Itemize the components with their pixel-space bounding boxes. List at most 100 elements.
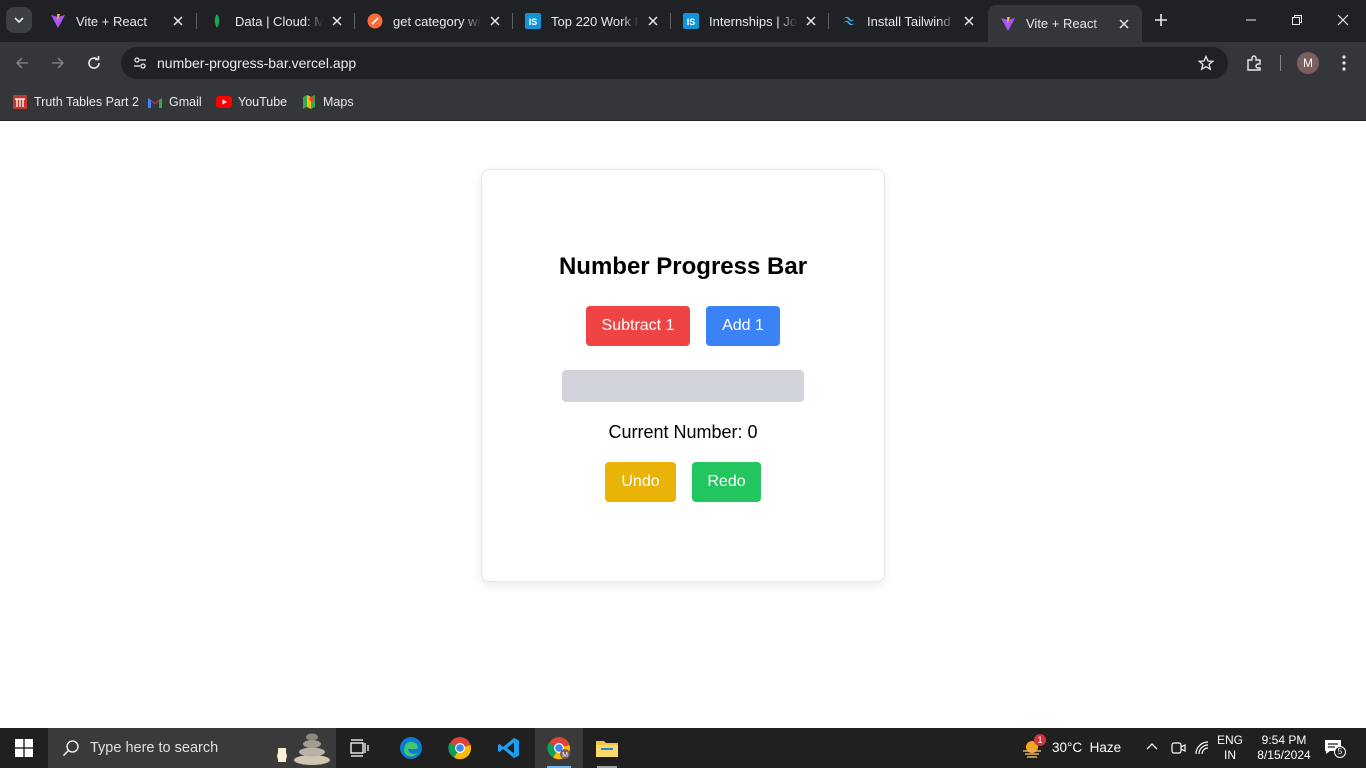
region-code: IN [1224, 748, 1236, 762]
chrome-profile-app[interactable]: M [535, 728, 583, 768]
search-icon [62, 740, 79, 757]
bookmark-label: Gmail [169, 95, 202, 109]
current-number-label: Current Number: 0 [608, 422, 758, 442]
start-button[interactable] [0, 728, 48, 768]
bookmark-item[interactable]: Maps [301, 92, 354, 112]
youtube-icon [216, 94, 232, 110]
tab-title: Top 220 Work From Home [551, 13, 639, 29]
tab-title: Internships | Jobs [709, 13, 797, 29]
site-settings-icon[interactable] [129, 52, 151, 74]
chrome-icon [448, 737, 472, 760]
notifications-icon[interactable]: 5 [1324, 739, 1346, 759]
back-button[interactable] [8, 49, 36, 77]
browser-tab-active[interactable]: Vite + React [988, 5, 1142, 42]
progress-card: Number Progress Bar Subtract 1 Add 1 Cur… [481, 169, 885, 582]
profile-avatar[interactable]: M [1297, 52, 1319, 74]
page-viewport: Number Progress Bar Subtract 1 Add 1 Cur… [0, 121, 1366, 728]
subtract-button[interactable]: Subtract 1 [586, 306, 690, 346]
edge-app[interactable] [387, 728, 435, 768]
tab-title: Data | Cloud: MongoDB Cloud [235, 13, 323, 29]
add-button[interactable]: Add 1 [706, 306, 780, 346]
browser-toolbar: number-progress-bar.vercel.app M [0, 42, 1366, 84]
browser-menu-icon[interactable] [1333, 52, 1355, 74]
close-icon[interactable] [487, 13, 503, 29]
close-icon[interactable] [645, 13, 661, 29]
bookmarks-bar: Truth Tables Part 2 Gmail YouTube Maps [0, 84, 1366, 121]
taskbar-search[interactable]: Type here to search [48, 728, 336, 768]
close-icon[interactable] [329, 13, 345, 29]
search-highlight-icon [277, 733, 330, 765]
network-icon[interactable] [1194, 740, 1210, 761]
tab-title: get category wise [393, 13, 481, 29]
browser-tab[interactable]: IS Top 220 Work From Home [513, 5, 671, 37]
tab-title: Install Tailwind CSS [867, 13, 955, 29]
restore-button[interactable] [1274, 0, 1320, 40]
bookmark-star-icon[interactable] [1196, 53, 1216, 73]
chevron-down-icon [14, 17, 24, 24]
reload-icon [88, 56, 100, 69]
clock-date: 8/15/2024 [1257, 748, 1311, 762]
close-icon[interactable] [803, 13, 819, 29]
postman-icon [367, 13, 383, 29]
clock-time: 9:54 PM [1261, 733, 1307, 747]
restore-icon [1292, 15, 1302, 25]
forward-arrow-icon [52, 57, 65, 69]
windows-taskbar: Type here to search M 1 30°C Haze ENG IN [0, 728, 1366, 768]
close-window-button[interactable] [1320, 0, 1366, 40]
browser-tab[interactable]: get category wise [355, 5, 513, 37]
minimize-icon [1246, 19, 1256, 21]
new-tab-button[interactable] [1150, 9, 1172, 31]
internshala-icon: IS [683, 13, 699, 29]
vite-icon [50, 13, 66, 29]
edge-icon [400, 737, 422, 759]
svg-text:IS: IS [529, 17, 538, 27]
tab-title: Vite + React [1026, 16, 1097, 31]
undo-button[interactable]: Undo [605, 462, 676, 502]
tab-title: Vite + React [76, 13, 147, 29]
extensions-icon[interactable] [1243, 52, 1265, 74]
toolbar-divider [1280, 55, 1281, 71]
tab-search-button[interactable] [6, 7, 32, 33]
chrome-app[interactable] [436, 728, 484, 768]
back-arrow-icon [15, 57, 28, 69]
weather-text[interactable]: 30°C Haze [1052, 740, 1121, 755]
minimize-button[interactable] [1228, 0, 1274, 40]
gmail-icon [147, 94, 163, 110]
close-icon[interactable] [1116, 16, 1132, 32]
vscode-app[interactable] [485, 728, 533, 768]
bookmark-item[interactable]: Truth Tables Part 2 [12, 92, 139, 112]
svg-text:M: M [562, 752, 568, 759]
bookmark-label: Maps [323, 95, 354, 109]
chevron-up-icon[interactable] [1145, 740, 1159, 759]
bookmark-page-icon [12, 94, 28, 110]
file-explorer-icon [596, 741, 618, 757]
browser-tab[interactable]: Data | Cloud: MongoDB Cloud [197, 5, 355, 37]
close-icon[interactable] [961, 13, 977, 29]
mongodb-icon [209, 13, 225, 29]
address-bar[interactable]: number-progress-bar.vercel.app [121, 47, 1228, 79]
weather-widget-icon[interactable]: 1 [1020, 734, 1046, 760]
forward-button[interactable] [44, 49, 72, 77]
page-title: Number Progress Bar [558, 253, 808, 280]
clock[interactable]: 9:54 PM 8/15/2024 [1250, 733, 1318, 763]
chrome-profile-icon: M [547, 737, 571, 760]
meet-now-icon[interactable] [1170, 740, 1186, 761]
vite-icon [1000, 16, 1016, 32]
task-view-button[interactable] [336, 728, 384, 768]
browser-tab[interactable]: IS Internships | Jobs [671, 5, 829, 37]
maps-icon [301, 94, 317, 110]
tailwind-icon [841, 13, 857, 29]
bookmark-label: YouTube [238, 95, 288, 109]
language-indicator[interactable]: ENG IN [1214, 733, 1246, 763]
reload-button[interactable] [80, 49, 108, 77]
file-explorer-app[interactable] [583, 728, 631, 768]
browser-tab[interactable]: Install Tailwind CSS [829, 5, 987, 37]
bookmark-item[interactable]: Gmail [147, 92, 202, 112]
close-icon[interactable] [170, 13, 186, 29]
weather-badge: 1 [1034, 734, 1046, 746]
progress-bar [562, 370, 804, 402]
browser-tab[interactable]: Vite + React [38, 5, 196, 37]
redo-button[interactable]: Redo [692, 462, 761, 502]
windows-logo-icon [15, 739, 33, 757]
bookmark-item[interactable]: YouTube [216, 92, 287, 112]
